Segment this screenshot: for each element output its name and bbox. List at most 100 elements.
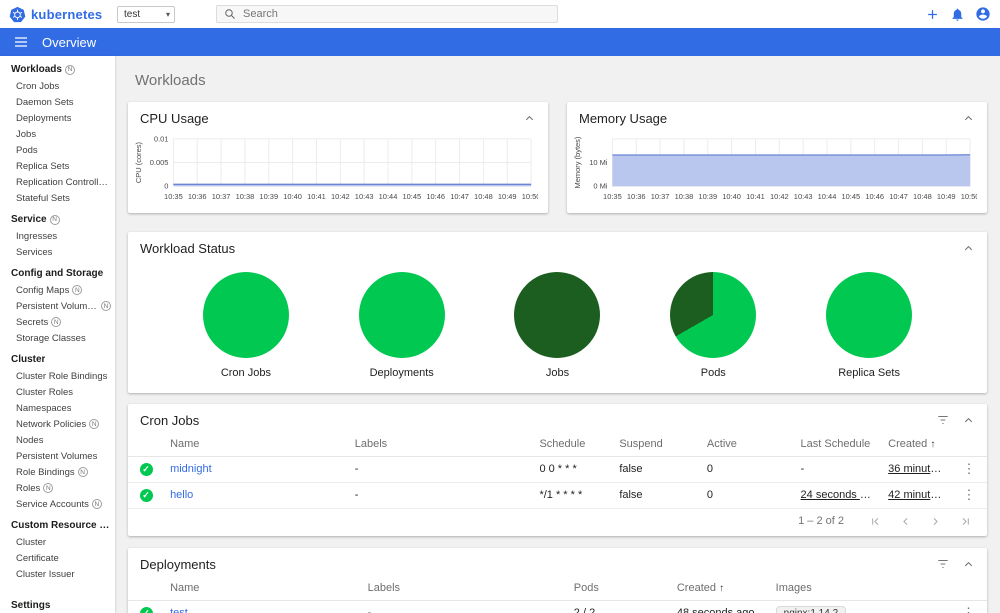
column-header-name[interactable]: Name <box>164 431 349 457</box>
first-page-icon <box>872 517 879 525</box>
sidebar-item-ingresses[interactable]: Ingresses <box>0 228 115 244</box>
sidebar-item-cluster-roles[interactable]: Cluster Roles <box>0 384 115 400</box>
sort-ascending-icon[interactable]: ↑ <box>930 439 935 450</box>
sort-ascending-icon[interactable]: ↑ <box>719 583 724 594</box>
filter-button[interactable] <box>936 413 950 427</box>
svg-text:10:42: 10:42 <box>770 192 789 201</box>
kubernetes-logo-icon <box>9 6 26 22</box>
sidebar-item-certificate[interactable]: Certificate <box>0 550 115 566</box>
kubernetes-brand[interactable]: kubernetes <box>9 6 117 23</box>
row-menu-icon[interactable]: ⋮ <box>958 461 979 476</box>
pie-chart-deployments[interactable] <box>358 271 445 358</box>
sidebar-item-service-accounts[interactable]: Service Accounts N <box>0 496 115 512</box>
sidebar-item-replication-controllers[interactable]: Replication Controllers <box>0 174 115 190</box>
sidebar-item-cluster[interactable]: Cluster <box>0 351 115 368</box>
sidebar-item-network-policies[interactable]: Network Policies N <box>0 416 115 432</box>
collapse-button[interactable] <box>523 112 536 125</box>
sidebar-item-cluster-issuer[interactable]: Cluster Issuer <box>0 566 115 582</box>
column-header-active[interactable]: Active <box>700 431 795 457</box>
column-header-created[interactable]: Created ↑ <box>882 431 951 457</box>
cronjob-name-link[interactable]: hello <box>170 489 193 501</box>
column-header-schedule[interactable]: Schedule <box>533 431 614 457</box>
pie-chart-jobs[interactable] <box>514 271 601 358</box>
sidebar-item-settings[interactable]: Settings <box>0 597 115 613</box>
sidebar-item-workloads[interactable]: Workloads N <box>0 61 115 78</box>
sidebar-item-persistent-volume-claims[interactable]: Persistent Volume ClaimsN <box>0 298 115 314</box>
column-header-labels[interactable]: Labels <box>361 575 568 601</box>
sidebar-item-role-bindings[interactable]: Role Bindings N <box>0 464 115 480</box>
namespace-selector[interactable]: test ▾ <box>117 5 175 23</box>
collapse-button[interactable] <box>962 414 975 427</box>
collapse-button[interactable] <box>962 242 975 255</box>
sidebar-item-config-and-storage[interactable]: Config and Storage <box>0 265 115 282</box>
column-header-pods[interactable]: Pods <box>567 575 671 601</box>
cronjob-name-link[interactable]: midnight <box>170 463 212 475</box>
pie-chart-replica-sets[interactable] <box>826 271 913 358</box>
sidebar-item-pods[interactable]: Pods <box>0 142 115 158</box>
svg-text:10:50: 10:50 <box>522 192 538 201</box>
cell-last-schedule: 24 seconds ago <box>794 482 883 509</box>
sidebar-item-cron-jobs[interactable]: Cron Jobs <box>0 78 115 94</box>
collapse-button[interactable] <box>962 112 975 125</box>
sidebar-item-stateful-sets[interactable]: Stateful Sets <box>0 190 115 206</box>
filter-button[interactable] <box>936 557 950 571</box>
sidebar-item-persistent-volumes[interactable]: Persistent Volumes <box>0 448 115 464</box>
sidebar-item-services[interactable]: Services <box>0 244 115 260</box>
first-page-button[interactable] <box>868 514 883 529</box>
cpu-usage-chart: 10:35 10:36 10:37 10:38 10:39 10:40 10:41 10:42… <box>128 130 548 213</box>
sidebar-item-nodes[interactable]: Nodes <box>0 432 115 448</box>
column-header-images[interactable]: Images <box>769 575 951 601</box>
create-resource-button[interactable] <box>925 7 940 22</box>
cronjob-row[interactable]: ✓ midnight - 0 0 * * * false 0 - 36 minu… <box>128 456 987 483</box>
sidebar-item-namespaces[interactable]: Namespaces <box>0 400 115 416</box>
sidebar-item-jobs[interactable]: Jobs <box>0 126 115 142</box>
sidebar-item-secrets[interactable]: Secrets N <box>0 314 115 330</box>
user-account-button[interactable] <box>975 6 991 22</box>
notifications-button[interactable] <box>950 7 965 22</box>
row-menu-icon[interactable]: ⋮ <box>958 487 979 502</box>
sidebar-item-service[interactable]: Service N <box>0 211 115 228</box>
sidebar-item-label: Settings <box>11 600 51 611</box>
column-header-last-schedule[interactable]: Last Schedule <box>794 431 883 457</box>
sidebar-item-cluster[interactable]: Cluster <box>0 534 115 550</box>
sidebar-item-cluster-role-bindings[interactable]: Cluster Role Bindings <box>0 368 115 384</box>
deployment-name-link[interactable]: test <box>170 607 188 613</box>
column-header-labels[interactable]: Labels <box>348 431 534 457</box>
deployment-row[interactable]: ✓ test - 2 / 2 48 seconds ago nginx:1.14… <box>128 600 987 613</box>
sidebar-item-label: Stateful Sets <box>16 192 70 204</box>
pie-chart-cron-jobs[interactable] <box>202 271 289 358</box>
sidebar-item-custom-resource-definitions[interactable]: Custom Resource Definitions <box>0 517 115 534</box>
sidebar-item-storage-classes[interactable]: Storage Classes <box>0 330 115 346</box>
search-input[interactable] <box>243 8 550 20</box>
row-menu-icon[interactable]: ⋮ <box>958 605 979 613</box>
account-circle-icon <box>976 7 990 21</box>
pie-chart-pods[interactable] <box>670 271 757 358</box>
column-header-name[interactable]: Name <box>164 575 362 601</box>
cell-menu: ⋮ <box>950 600 987 613</box>
namespaced-badge: N <box>91 499 102 509</box>
collapse-button[interactable] <box>962 558 975 571</box>
column-header-created[interactable]: Created ↑ <box>670 575 770 601</box>
search-bar[interactable] <box>216 5 558 23</box>
chevron-right-icon <box>933 517 938 525</box>
sidebar-item-label: Persistent Volume Claims <box>16 300 98 312</box>
previous-page-button[interactable] <box>898 514 913 529</box>
sidebar-item-label: Service Accounts <box>16 498 89 510</box>
next-page-button[interactable] <box>928 514 943 529</box>
sidebar-item-roles[interactable]: Roles N <box>0 480 115 496</box>
cronjob-row[interactable]: ✓ hello - */1 * * * * false 0 24 seconds… <box>128 482 987 509</box>
column-header-suspend[interactable]: Suspend <box>613 431 701 457</box>
svg-text:10:49: 10:49 <box>937 192 956 201</box>
search-icon <box>225 9 235 19</box>
sidebar-item-replica-sets[interactable]: Replica Sets <box>0 158 115 174</box>
sidebar-item-config-maps[interactable]: Config Maps N <box>0 282 115 298</box>
svg-text:10:47: 10:47 <box>450 192 469 201</box>
last-page-button[interactable] <box>958 514 973 529</box>
cell-labels: - <box>348 456 534 483</box>
namespaced-badge: N <box>101 301 111 311</box>
hamburger-menu-icon[interactable] <box>13 34 29 50</box>
sidebar-item-daemon-sets[interactable]: Daemon Sets <box>0 94 115 110</box>
sidebar-item-deployments[interactable]: Deployments <box>0 110 115 126</box>
sidebar-item-label: Cluster <box>16 536 47 548</box>
last-page-icon <box>962 517 969 525</box>
